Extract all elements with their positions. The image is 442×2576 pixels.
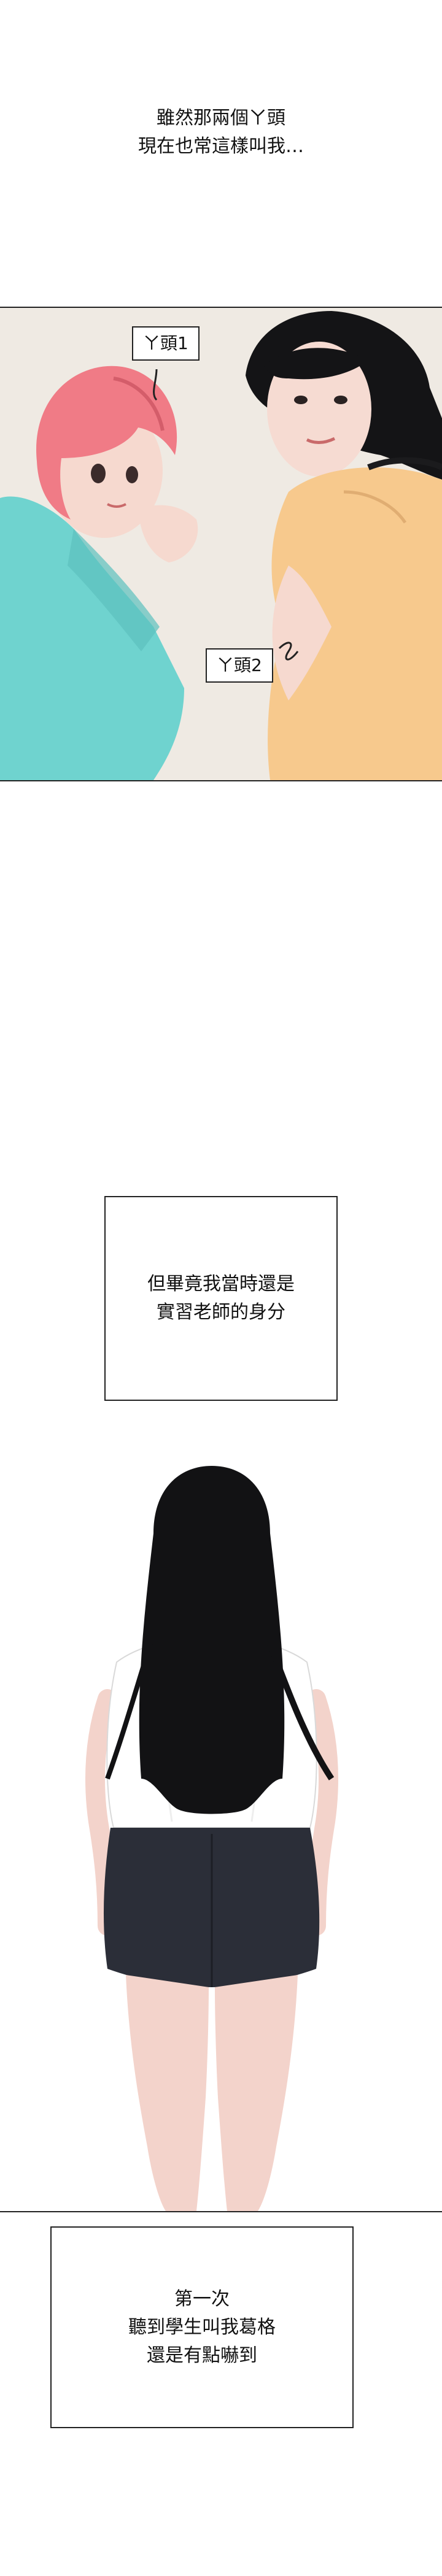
woman-back-illustration (0, 1460, 442, 2211)
narration-top: 雖然那兩個ㄚ頭 現在也常這樣叫我… (0, 104, 442, 161)
label-tag-2: ㄚ頭2 (206, 648, 273, 683)
caption-bottom-line-3: 還是有點嚇到 (147, 2344, 257, 2366)
caption-middle-line-1: 但畢竟我當時還是 (147, 1273, 295, 1295)
comic-panel-woman-back (0, 1460, 442, 2211)
caption-box-middle: 但畢竟我當時還是 實習老師的身分 (104, 1196, 338, 1401)
caption-bottom-line-1: 第一次 (174, 2288, 230, 2310)
two-girls-illustration (0, 308, 442, 780)
caption-box-bottom: 第一次 聽到學生叫我葛格 還是有點嚇到 (50, 2226, 354, 2428)
caption-bottom-line-2: 聽到學生叫我葛格 (128, 2316, 276, 2338)
comic-panel-two-girls: ㄚ頭1 ㄚ頭2 (0, 307, 442, 781)
panel-divider (0, 2211, 442, 2212)
narration-line-1: 雖然那兩個ㄚ頭 (157, 107, 285, 129)
label-tag-1: ㄚ頭1 (132, 326, 200, 361)
caption-middle-line-2: 實習老師的身分 (157, 1301, 285, 1323)
girl-right-figure (246, 311, 442, 780)
narration-line-2: 現在也常這樣叫我… (138, 136, 304, 157)
